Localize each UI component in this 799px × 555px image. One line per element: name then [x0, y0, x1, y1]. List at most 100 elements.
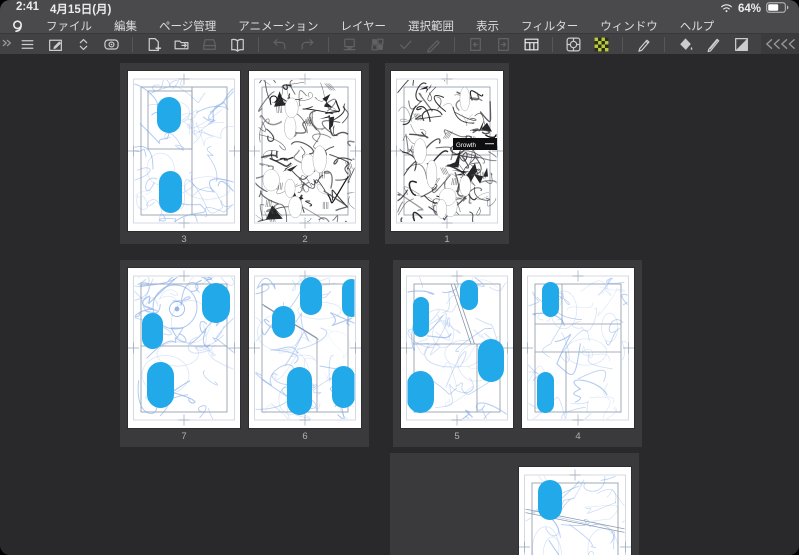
open-file-button[interactable]: [170, 35, 193, 53]
brush-tool-button[interactable]: [702, 35, 725, 53]
next-page-button: [492, 35, 515, 53]
page-number-4: 4: [575, 431, 581, 442]
spread-pages-3-2: 32: [120, 63, 369, 244]
confirm-button: [394, 35, 417, 53]
redo-button: [296, 35, 319, 53]
status-date: 4月15日(月): [50, 4, 112, 16]
page-number-3: 3: [181, 234, 187, 244]
page-thumbnail-1[interactable]: Growth: [391, 71, 503, 231]
spread-pages-5-4: 54: [393, 260, 642, 447]
clip-studio-paint-window: 2:41 4月15日(月) 64% ファイル 編集 ページ管理 アニメーション …: [0, 0, 799, 555]
registration-marks-button[interactable]: [562, 35, 585, 53]
menu-item-window[interactable]: ウィンドウ: [589, 18, 669, 34]
toolbar-separator: [454, 36, 455, 52]
wifi-icon: [720, 3, 733, 16]
toolbar-separator: [552, 36, 553, 52]
gradient-tool-button[interactable]: [730, 35, 753, 53]
tray-icon: [203, 38, 216, 50]
redo-icon: [301, 38, 314, 49]
eye-icon: [104, 38, 119, 50]
stamp-icon: [343, 38, 356, 50]
menu-item-edit[interactable]: 編集: [103, 18, 148, 34]
menu-item-file[interactable]: ファイル: [35, 18, 103, 34]
page-art: [249, 270, 361, 426]
material-button: [338, 35, 361, 53]
page-art: Growth: [391, 73, 503, 229]
page-number-2: 2: [302, 234, 308, 244]
menu-item-help[interactable]: ヘルプ: [669, 18, 726, 34]
toolbar-separator: [328, 36, 329, 52]
page-art: [128, 270, 240, 426]
menu-item-view[interactable]: 表示: [465, 18, 510, 34]
page-thumbnail-3[interactable]: [128, 71, 240, 231]
edit-page-button[interactable]: [44, 35, 67, 53]
collapse-panels-button[interactable]: [72, 35, 95, 53]
undo-icon: [273, 38, 286, 49]
expand-toolbar-icon[interactable]: [1, 36, 13, 54]
folder-icon: [174, 39, 189, 49]
target-icon: [566, 37, 581, 51]
page-thumbnail-8[interactable]: [519, 467, 631, 555]
page-number-6: 6: [302, 431, 308, 442]
page-number-5: 5: [454, 431, 460, 442]
menu-icon: [21, 39, 34, 49]
book-icon: [231, 38, 244, 52]
canvas[interactable]: 3 2 Growth 1 7 6 5 4: [0, 54, 799, 555]
undo-button: [268, 35, 291, 53]
toolbar-separator: [132, 36, 133, 52]
page-right-icon: [498, 37, 509, 51]
menu-item-filter[interactable]: フィルター: [510, 18, 589, 34]
collapse-right-panel[interactable]: [761, 34, 799, 54]
status-time: 2:41: [16, 1, 40, 13]
checker-icon: [594, 37, 609, 51]
pattern-icon: [371, 38, 384, 50]
page-number-7: 7: [181, 431, 187, 442]
pen-square-icon: [49, 39, 62, 51]
clip-studio-logo[interactable]: [10, 19, 25, 33]
prev-page-button: [464, 35, 487, 53]
story-pages-button[interactable]: [226, 35, 249, 53]
page-thumbnail-4[interactable]: [522, 268, 634, 428]
svg-text:Growth: Growth: [456, 142, 477, 149]
view-settings-button[interactable]: [100, 35, 123, 53]
pen-tool-button[interactable]: [632, 35, 655, 53]
spread-pages-8: [390, 453, 639, 555]
double-chevrons-left-icon: [766, 39, 795, 49]
menu-bar: ファイル 編集 ページ管理 アニメーション レイヤー 選択範囲 表示 フィルター ウィンドウ ヘル…: [0, 18, 799, 33]
page-art: [128, 73, 240, 229]
page-art: [401, 270, 513, 426]
page-plus-icon: [148, 37, 162, 51]
page-thumbnail-7[interactable]: [128, 268, 240, 428]
page-art: [249, 73, 361, 229]
updown-icon: [79, 38, 88, 50]
menu-item-selection[interactable]: 選択範囲: [397, 18, 465, 34]
page-art: [522, 270, 634, 426]
battery-percent: 64%: [737, 3, 761, 15]
new-page-button[interactable]: [142, 35, 165, 53]
pen-icon: [638, 39, 650, 52]
bucket-icon: [680, 37, 693, 50]
page-thumbnail-6[interactable]: [249, 268, 361, 428]
pen-slash-icon: [427, 39, 440, 53]
check-icon: [400, 39, 412, 49]
menu-items: ファイル 編集 ページ管理 アニメーション レイヤー 選択範囲 表示 フィルター ウィンドウ ヘル…: [35, 18, 725, 34]
menu-item-page-management[interactable]: ページ管理: [148, 18, 227, 34]
transparency-checker-button[interactable]: [590, 35, 613, 53]
page-thumbnail-5[interactable]: [401, 268, 513, 428]
menu-item-animation[interactable]: アニメーション: [227, 18, 329, 34]
toolbar-separator: [258, 36, 259, 52]
battery-icon: [766, 2, 789, 16]
draft-pen-button: [422, 35, 445, 53]
status-bar: 2:41 4月15日(月) 64%: [0, 0, 799, 18]
page-thumbnail-2[interactable]: [249, 71, 361, 231]
page-number-1: 1: [444, 234, 450, 244]
fill-tool-button[interactable]: [674, 35, 697, 53]
thumbnail-grid-view-button[interactable]: [520, 35, 543, 53]
import-button: [198, 35, 221, 53]
main-menu-button[interactable]: [16, 35, 39, 53]
contrast-icon: [735, 37, 748, 51]
toolbar: [0, 33, 799, 54]
pen2-icon: [707, 38, 720, 52]
toolbar-separator: [622, 36, 623, 52]
menu-item-layer[interactable]: レイヤー: [329, 18, 397, 34]
